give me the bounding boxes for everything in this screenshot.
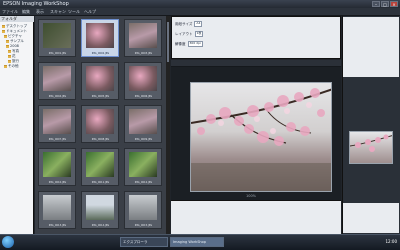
output-panel [343, 203, 399, 233]
taskbar-clock: 12:00 [385, 239, 397, 244]
folder-icon [2, 30, 5, 33]
thumbnail-image [43, 109, 71, 134]
thumbnail-item[interactable]: IMG_0005.JPG [81, 62, 119, 100]
thumbnail-caption: IMG_0014.JPG [91, 224, 110, 227]
thumbnail-caption: IMG_0013.JPG [48, 224, 67, 227]
navigator-blossom-illustration [350, 134, 392, 152]
thumbnail-item[interactable]: IMG_0004.JPG [38, 62, 76, 100]
menu-file[interactable]: ファイル [2, 9, 18, 15]
thumbnail-image [86, 152, 114, 177]
zoom-level: 100% [246, 194, 257, 198]
thumbnail-image [129, 109, 157, 134]
layout-select[interactable]: 1枚 [194, 31, 204, 37]
folder-icon [4, 65, 7, 68]
menu-view[interactable]: 表示 [36, 9, 44, 15]
thumbnail-image [86, 66, 114, 91]
thumbnail-image [129, 23, 157, 48]
taskbar-button[interactable]: エクスプローラ [120, 237, 168, 247]
thumbnail-item[interactable]: IMG_0011.JPG [81, 148, 119, 186]
thumbnail-image [86, 109, 114, 134]
layout-label: レイアウト [175, 31, 193, 36]
folder-icon [4, 35, 7, 38]
thumbnail-image [129, 152, 157, 177]
thumbnail-item[interactable]: IMG_0013.JPG [38, 191, 76, 229]
thumbnail-item[interactable]: IMG_0006.JPG [124, 62, 162, 100]
thumbnail-caption: IMG_0003.JPG [134, 52, 153, 55]
thumbnail-caption: IMG_0008.JPG [91, 138, 110, 141]
folder-icon [8, 50, 11, 53]
folder-label: 2008 [10, 44, 19, 48]
thumbnail-scrollbar-thumb[interactable] [167, 22, 169, 62]
thumbnail-image [43, 23, 71, 48]
folder-icon [8, 55, 11, 58]
folder-label: その他 [8, 64, 19, 68]
maximize-button[interactable]: □ [381, 1, 389, 7]
thumbnail-item[interactable]: IMG_0001.JPG [38, 19, 76, 57]
folder-tree-header: フォルダ [0, 16, 34, 22]
thumbnail-item[interactable]: IMG_0008.JPG [81, 105, 119, 143]
thumbnail-image [43, 152, 71, 177]
folder-icon [8, 60, 11, 63]
paper-size-select[interactable]: A4 [194, 21, 203, 27]
thumbnail-image [86, 195, 114, 220]
thumbnail-caption: IMG_0011.JPG [91, 181, 110, 184]
thumbnail-item[interactable]: IMG_0009.JPG [124, 105, 162, 143]
taskbar-button-active[interactable]: Imaging WorkShop [170, 237, 224, 247]
settings-row: 解像度 300 dpi [175, 41, 203, 47]
settings-row: レイアウト 1枚 [175, 31, 204, 37]
menu-tools[interactable]: ツール [68, 9, 80, 15]
thumbnail-item[interactable]: IMG_0014.JPG [81, 191, 119, 229]
thumbnail-item[interactable]: IMG_0002.JPG [81, 19, 119, 57]
paper-size-label: 用紙サイズ [175, 21, 193, 26]
thumbnail-caption: IMG_0007.JPG [48, 138, 67, 141]
app-title: EPSON Imaging WorkShop [3, 1, 69, 7]
thumbnail-item[interactable]: IMG_0007.JPG [38, 105, 76, 143]
thumbnail-item[interactable]: IMG_0010.JPG [38, 148, 76, 186]
thumbnail-item[interactable]: IMG_0003.JPG [124, 19, 162, 57]
folder-item[interactable]: その他 [4, 64, 19, 69]
navigator-thumbnail[interactable] [349, 131, 393, 164]
start-button[interactable] [2, 236, 14, 248]
menu-bar: ファイル 編集 表示 スキャン ツール ヘルプ [0, 8, 400, 16]
resolution-select[interactable]: 300 dpi [187, 41, 203, 47]
folder-item[interactable]: 2008 [6, 44, 19, 48]
minimize-button[interactable]: – [372, 1, 380, 7]
preview-photo[interactable] [190, 82, 332, 192]
thumbnail-image [43, 66, 71, 91]
thumbnail-image [43, 195, 71, 220]
thumbnail-image [129, 66, 157, 91]
close-button[interactable]: × [390, 1, 398, 7]
window-controls: – □ × [372, 1, 398, 7]
thumbnail-caption: IMG_0002.JPG [91, 52, 110, 55]
folder-icon [2, 25, 5, 28]
viewer-toolbar [171, 60, 341, 67]
thumbnail-item[interactable]: IMG_0015.JPG [124, 191, 162, 229]
thumbnail-caption: IMG_0015.JPG [134, 224, 153, 227]
settings-row: 用紙サイズ A4 [175, 21, 203, 27]
properties-panel [343, 17, 399, 77]
folder-icon [6, 40, 9, 43]
blossom-branch-illustration [191, 88, 331, 191]
menu-scan[interactable]: スキャン [50, 9, 66, 15]
viewer-info-panel [171, 200, 341, 234]
thumbnail-caption: IMG_0006.JPG [134, 95, 153, 98]
folder-icon [6, 44, 9, 48]
thumbnail-caption: IMG_0004.JPG [48, 95, 67, 98]
resolution-label: 解像度 [175, 41, 186, 46]
thumbnail-caption: IMG_0005.JPG [91, 95, 110, 98]
print-settings-panel: 用紙サイズ A4 レイアウト 1枚 解像度 300 dpi [171, 16, 341, 59]
thumbnail-caption: IMG_0012.JPG [134, 181, 153, 184]
thumbnail-item[interactable]: IMG_0012.JPG [124, 148, 162, 186]
menu-edit[interactable]: 編集 [22, 9, 30, 15]
thumbnail-grid: IMG_0001.JPG IMG_0002.JPG IMG_0003.JPG IMG_… [35, 16, 166, 234]
thumbnail-image [86, 23, 114, 48]
menu-help[interactable]: ヘルプ [84, 9, 96, 15]
thumbnail-caption: IMG_0010.JPG [48, 181, 67, 184]
folder-tree: フォルダ デスクトップ ドキュメント ピクチャ サンプル 2008 写真 花 旅… [0, 16, 34, 234]
thumbnail-caption: IMG_0001.JPG [48, 52, 67, 55]
thumbnail-caption: IMG_0009.JPG [134, 138, 153, 141]
thumbnail-image [129, 195, 157, 220]
